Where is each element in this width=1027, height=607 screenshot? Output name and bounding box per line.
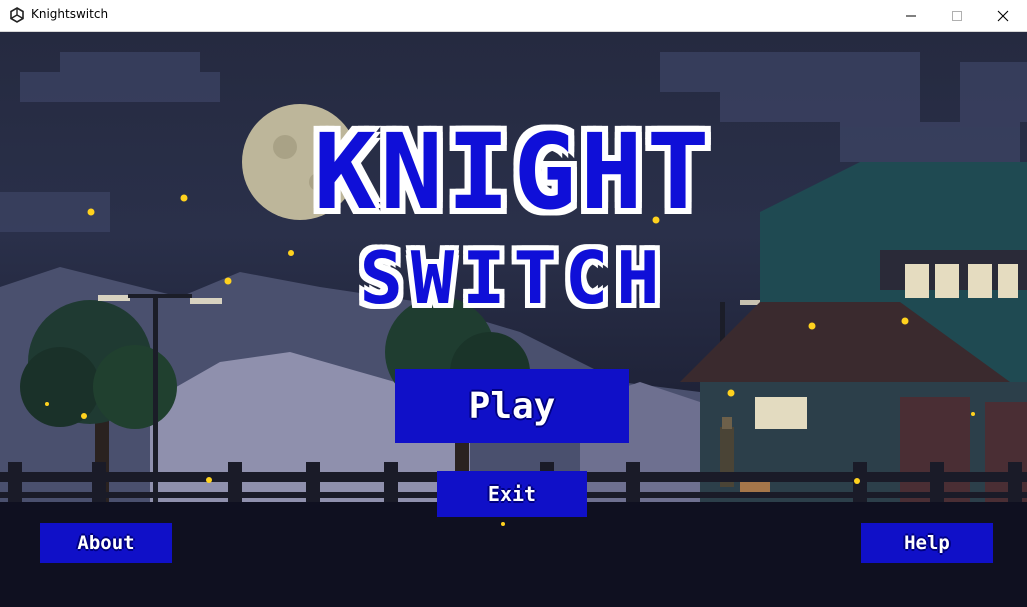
about-button[interactable]: About bbox=[40, 523, 172, 563]
app-window: Knightswitch KNIGHT SWITCH Play Exit Abo… bbox=[0, 0, 1027, 607]
exit-button-label: Exit bbox=[487, 482, 537, 506]
title-bar[interactable]: Knightswitch bbox=[0, 0, 1027, 32]
play-button-label: Play bbox=[468, 385, 556, 427]
about-button-label: About bbox=[77, 532, 135, 554]
window-title: Knightswitch bbox=[31, 7, 109, 21]
maximize-icon bbox=[952, 10, 962, 21]
close-icon bbox=[997, 10, 1009, 21]
play-button[interactable]: Play bbox=[395, 369, 629, 443]
help-button-label: Help bbox=[904, 532, 950, 554]
logo-switch: SWITCH bbox=[359, 236, 668, 320]
close-button[interactable] bbox=[980, 0, 1026, 31]
game-viewport[interactable]: KNIGHT SWITCH Play Exit About Help bbox=[0, 32, 1027, 607]
unity-icon bbox=[10, 7, 24, 23]
minimize-button[interactable] bbox=[888, 0, 934, 31]
maximize-button[interactable] bbox=[934, 0, 980, 31]
exit-button[interactable]: Exit bbox=[437, 471, 587, 517]
help-button[interactable]: Help bbox=[861, 523, 993, 563]
minimize-icon bbox=[906, 15, 916, 16]
logo-knight: KNIGHT bbox=[313, 111, 714, 233]
